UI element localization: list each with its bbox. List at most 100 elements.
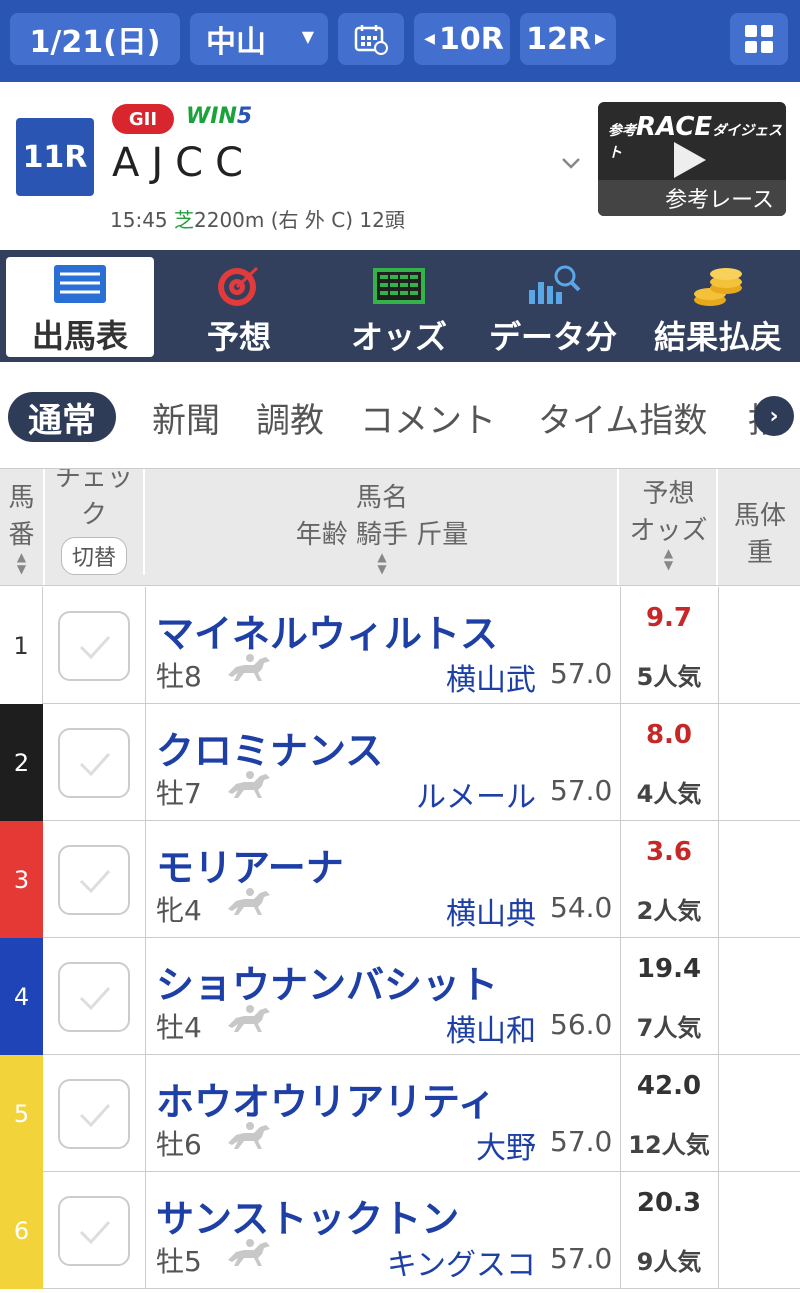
switch-button[interactable]: 切替 (60, 537, 127, 575)
list-icon (54, 265, 106, 303)
calendar-icon (354, 25, 388, 55)
menu-grid-button[interactable] (730, 13, 788, 65)
video-caption: 参考レース (598, 180, 786, 216)
scroll-right-button[interactable]: › (754, 396, 794, 436)
jockey-name[interactable]: ルメール (416, 772, 536, 816)
table-row[interactable]: 4 ショウナンバシット 牡4 横山和 56.0 19.4 7人気 (0, 938, 800, 1055)
jockey-name[interactable]: キングスコ (387, 1240, 536, 1284)
coins-icon (694, 268, 742, 306)
check-box[interactable] (58, 728, 130, 798)
triangle-left-icon: ◀ (424, 31, 435, 47)
horse-name[interactable]: サンストックトン (156, 1188, 459, 1243)
odds-value: 20.3 (636, 1188, 702, 1218)
col-header-body-weight: 馬体 重 (733, 501, 786, 568)
check-box[interactable] (58, 845, 130, 915)
popularity: 7人気 (636, 1014, 702, 1042)
check-box[interactable] (58, 1079, 130, 1149)
next-race-button[interactable]: 12R ▶ (520, 13, 616, 65)
check-box[interactable] (58, 1196, 130, 1266)
tab-prediction[interactable]: 予想 (164, 250, 314, 362)
carried-weight: 57.0 (550, 774, 613, 807)
horse-number: 4 (0, 938, 43, 1055)
target-icon (218, 266, 259, 306)
race-info: 15:45 芝2200m (右 外 C) 12頭 (110, 208, 405, 232)
subtab-normal[interactable]: 通常 (8, 392, 116, 442)
check-icon (79, 635, 111, 660)
check-box[interactable] (58, 962, 130, 1032)
subtab-comment[interactable]: コメント (360, 392, 496, 442)
col-header-odds[interactable]: 予想 オッズ ▲ ▼ (621, 469, 718, 585)
tab-entries[interactable]: 出馬表 (6, 257, 154, 357)
chevron-down-icon[interactable] (560, 152, 582, 174)
horse-number: 2 (0, 704, 43, 821)
table-row[interactable]: 3 モリアーナ 牝4 横山典 54.0 3.6 2人気 (0, 821, 800, 938)
horse-icon (228, 771, 270, 798)
main-tabs: 出馬表 予想 オッズ データ分 結果払戻 (0, 250, 800, 362)
sex-age: 牡5 (156, 1245, 202, 1278)
carried-weight: 54.0 (550, 891, 613, 924)
horse-icon (228, 1239, 270, 1266)
horse-name[interactable]: ショウナンバシット (156, 954, 498, 1009)
prev-race-button[interactable]: ◀ 10R (414, 13, 510, 65)
jockey-name[interactable]: 横山武 (446, 655, 536, 699)
play-icon (674, 142, 706, 178)
horse-name[interactable]: ホウオウリアリティ (156, 1071, 496, 1126)
grade-badge: GII (112, 104, 174, 134)
table-row[interactable]: 6 サンストックトン 牡5 キングスコ 57.0 20.3 9人気 (0, 1172, 800, 1289)
jockey-name[interactable]: 大野 (476, 1123, 536, 1167)
horse-icon (228, 1122, 270, 1149)
tab-results-payout[interactable]: 結果払戻 (636, 250, 800, 362)
sex-age: 牡6 (156, 1128, 202, 1161)
subtab-newspaper[interactable]: 新聞 (152, 392, 220, 442)
sex-age: 牡4 (156, 1011, 202, 1044)
reference-race-video[interactable]: 参考RACEダイジェスト 参考レース (598, 102, 786, 216)
carried-weight: 56.0 (550, 1008, 613, 1041)
table-header: 馬 番 ▲ ▼ チェッ ク 切替 馬名 年齢 騎手 斤量 ▲ ▼ 予想 オッズ ▲ ▼… (0, 468, 800, 586)
top-bar: 1/21(日) 中山 ▼ ◀ 10R 12R ▶ (0, 0, 800, 82)
odds-value: 8.0 (645, 720, 693, 750)
jockey-name[interactable]: 横山典 (446, 889, 536, 933)
popularity: 9人気 (636, 1248, 702, 1276)
carried-weight: 57.0 (550, 1125, 613, 1158)
sort-icon: ▲ ▼ (16, 550, 27, 576)
odds-value: 3.6 (645, 837, 693, 867)
subtab-training[interactable]: 調教 (256, 392, 324, 442)
venue-selector[interactable]: 中山 ▼ (190, 13, 328, 65)
tab-odds[interactable]: オッズ (324, 250, 474, 362)
horse-icon (228, 654, 270, 681)
sex-age: 牡8 (156, 660, 202, 693)
win5-logo: WIN5 (186, 104, 253, 129)
horse-number: 5 (0, 1055, 43, 1172)
jockey-name[interactable]: 横山和 (446, 1006, 536, 1050)
race-title: AJCC (112, 140, 256, 186)
sub-tabs: 通常 新聞 調教 コメント タイム指数 指 › (0, 362, 800, 468)
check-box[interactable] (58, 611, 130, 681)
sort-icon: ▲ ▼ (377, 550, 387, 576)
table-row[interactable]: 5 ホウオウリアリティ 牡6 大野 57.0 42.0 12人気 (0, 1055, 800, 1172)
popularity: 5人気 (636, 663, 702, 691)
check-icon (79, 986, 111, 1011)
horse-name[interactable]: マイネルウィルトス (156, 603, 498, 658)
chart-magnifier-icon (529, 265, 581, 304)
date-selector[interactable]: 1/21(日) (10, 13, 180, 65)
check-icon (79, 869, 111, 894)
horse-number: 3 (0, 821, 43, 938)
table-row[interactable]: 1 マイネルウィルトス 牡8 横山武 57.0 9.7 5人気 (0, 587, 800, 704)
table-row[interactable]: 2 クロミナンス 牡7 ルメール 57.0 8.0 4人気 (0, 704, 800, 821)
carried-weight: 57.0 (550, 657, 613, 690)
sex-age: 牝4 (156, 894, 202, 927)
col-header-horse[interactable]: 馬名 年齢 騎手 斤量 ▲ ▼ (147, 469, 619, 585)
horse-number: 6 (0, 1172, 43, 1289)
sort-icon: ▲ ▼ (663, 546, 674, 572)
popularity: 4人気 (636, 780, 702, 808)
race-number-badge: 11R (16, 118, 94, 196)
grid-icon (745, 25, 773, 53)
odds-value: 42.0 (636, 1071, 702, 1101)
odds-value: 9.7 (645, 603, 693, 633)
check-icon (79, 1220, 111, 1245)
tab-data-analysis[interactable]: データ分 (480, 250, 626, 362)
check-icon (79, 752, 111, 777)
calendar-button[interactable] (338, 13, 404, 65)
subtab-time-index[interactable]: タイム指数 (538, 392, 707, 442)
col-header-number[interactable]: 馬 番 ▲ ▼ (0, 469, 45, 585)
